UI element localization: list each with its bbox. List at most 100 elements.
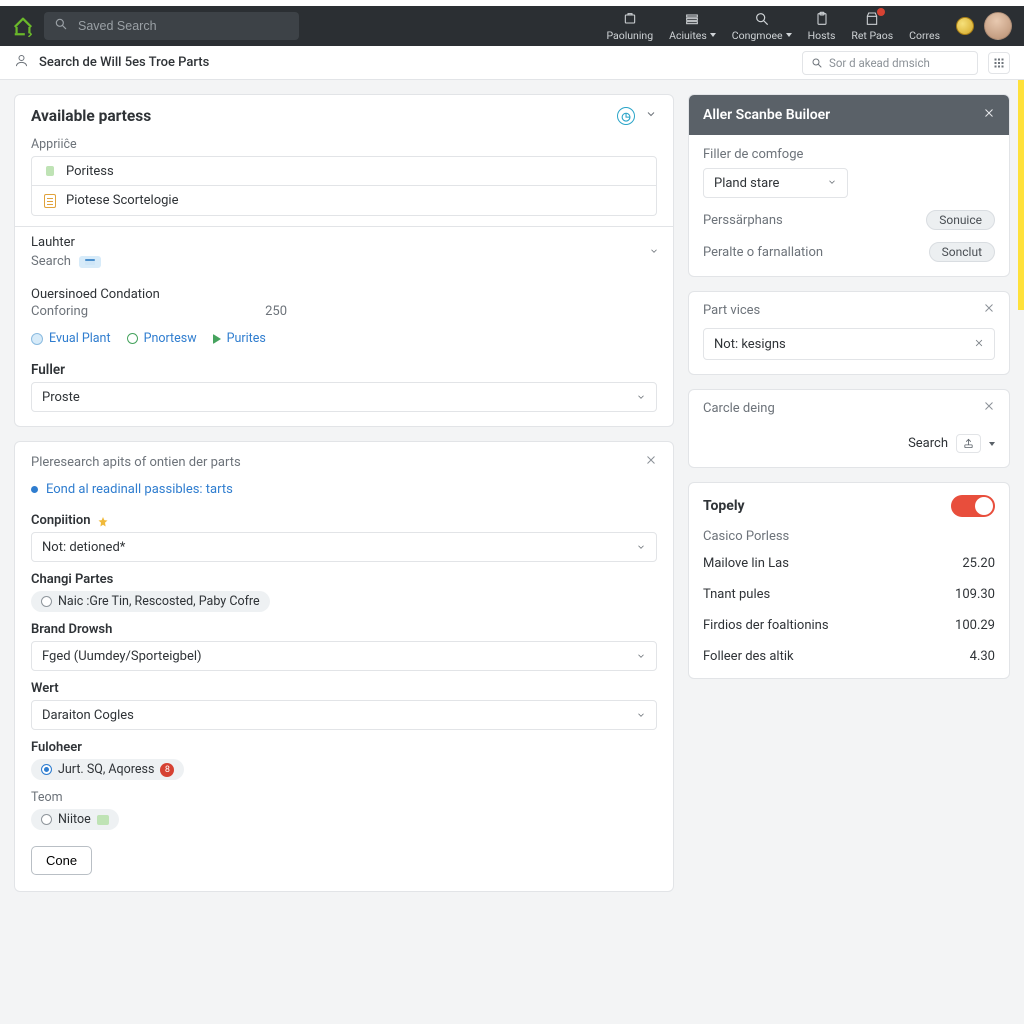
chevron-down-icon [636,710,646,720]
export-button[interactable] [956,434,981,453]
topely-panel: Topely Casico Porless Mailove lin Las 25… [688,482,1010,679]
part-vices-heading: Part vices [703,303,983,318]
breadcrumb-bar: Search de Will 5es Troe Parts Sor d akea… [0,46,1024,80]
brand-select[interactable]: Fged (Uumdey/Sporteigbel) [31,641,657,671]
filter-label: Filler de comfoge [703,147,995,162]
wert-label: Wert [31,681,657,696]
notification-badge [877,8,885,16]
calendar-badge-icon[interactable] [79,256,101,268]
nav-item-1[interactable]: Aciuites [669,11,716,42]
available-parts-panel: Available partess ◷ Appriiĉe Poritess Pi… [14,94,674,427]
condition-select[interactable]: Not: detioned* [31,532,657,562]
fulohner-label: Fuloheer [31,740,657,755]
topely-row-0: Mailove lin Las 25.20 [689,548,1009,579]
part-vices-panel: Part vices Not: kesigns [688,291,1010,375]
builder-row-1-button[interactable]: Sonclut [929,242,995,262]
app-header: Paoluning Aciuites Congmoee [0,0,1024,46]
research-panel: Pleresearch apits of ontien der parts Eo… [14,441,674,892]
chip-evual-plant[interactable]: Evual Plant [31,331,111,346]
nav-label: Corres [909,29,940,42]
chang-chip[interactable]: Naic :Gre Tin, Rescosted, Paby Cofre [31,591,270,612]
subbar-search-placeholder: Sor d akead dmsich [829,56,930,70]
clear-icon[interactable] [974,337,984,352]
chevron-down-icon[interactable] [649,245,659,260]
caret-down-icon [786,33,792,37]
brand-label: Brand Drowsh [31,622,657,637]
nav-item-3[interactable]: Hosts [808,11,836,42]
global-search[interactable] [44,12,299,40]
avatar[interactable] [984,12,1012,40]
chip-purites[interactable]: Purites [213,331,266,346]
search-icon [754,11,770,27]
caret-down-icon [710,33,716,37]
carcle-search-label[interactable]: Search [908,436,948,451]
topely-row-3: Folleer des altik 4.30 [689,641,1009,678]
builder-heading: Aller Scanbe Builoer [703,107,983,123]
done-button[interactable]: Cone [31,846,92,875]
nav-label: Aciuites [669,29,707,42]
grid-view-button[interactable] [988,52,1010,74]
lauhter-search-label[interactable]: Search [31,254,71,269]
tag-icon [97,815,109,825]
nav-item-5[interactable]: Corres [909,11,940,42]
chip-pnortesw[interactable]: Pnortesw [127,331,197,346]
teom-chip[interactable]: Niitoe [31,809,119,830]
global-search-input[interactable] [76,18,289,34]
page-title: Search de Will 5es Troe Parts [39,55,209,70]
chevron-down-icon [636,392,646,402]
close-icon[interactable] [983,302,995,318]
subbar-search[interactable]: Sor d akead dmsich [802,51,978,75]
nav-item-4[interactable]: Ret Paos [851,11,893,42]
close-icon[interactable] [983,400,995,416]
fuller-label: Fuller [31,362,657,378]
carcle-panel: Carcle deing Search [688,389,1010,468]
topely-toggle[interactable] [951,495,995,517]
tag-icon [42,164,58,178]
nav-item-2[interactable]: Congmoee [732,11,792,42]
caret-down-icon[interactable] [989,442,995,446]
chang-label: Changi Partes [31,572,657,587]
filter-select[interactable]: Pland stare [703,168,848,198]
nav-label: Hosts [808,29,836,42]
fulohner-chip[interactable]: Jurt. SQ, Aqoress 8 [31,759,184,780]
top-right-extra [956,12,1012,40]
part-vices-token[interactable]: Not: kesigns [703,328,995,360]
chevron-down-icon[interactable] [645,108,657,124]
nav-label: Paoluning [606,29,653,42]
close-icon[interactable] [645,454,657,470]
oversinoed-label: Ouersinoed Condation [31,287,657,302]
coin-icon[interactable] [956,17,974,35]
lauhter-section: Lauhter Search [15,227,673,279]
nav-item-0[interactable]: Paoluning [606,11,653,42]
app-logo-icon[interactable] [12,15,34,37]
apprice-label: Appriiĉe [15,131,673,156]
topely-row-1: Tnant pules 109.30 [689,579,1009,610]
topely-heading: Topely [703,498,745,514]
topely-row-2: Firdios der foaltionins 100.29 [689,610,1009,641]
close-icon[interactable] [983,107,995,123]
filter-chip-row: Evual Plant Pnortesw Purites [15,325,673,358]
info-bullet[interactable]: Eond al readinall passibles: tarts [15,478,673,507]
teom-label: Teom [31,790,657,805]
count-badge: 8 [160,763,174,777]
clipboard-icon [814,11,830,27]
highlight-strip [1018,80,1024,310]
dot-icon [31,333,43,345]
person-icon [14,53,29,72]
apprice-option-0[interactable]: Poritess [31,156,657,186]
available-parts-heading: Available partess [31,107,151,125]
cart-icon [622,11,638,27]
wert-select[interactable]: Daraiton Cogles [31,700,657,730]
contoring-label: Conforing [31,304,88,319]
carcle-heading: Carcle deing [703,401,983,416]
top-nav: Paoluning Aciuites Congmoee [606,11,940,42]
star-icon [97,516,107,526]
chevron-down-icon [827,176,837,191]
list-icon [684,11,700,27]
fuller-select[interactable]: Proste [31,382,657,412]
info-icon[interactable]: ◷ [617,107,635,125]
chevron-down-icon [636,651,646,661]
apprice-option-1[interactable]: Piotese Scortelogie [31,186,657,216]
builder-row-0-button[interactable]: Sonuice [926,210,995,230]
lauhter-label: Lauhter [31,235,657,250]
